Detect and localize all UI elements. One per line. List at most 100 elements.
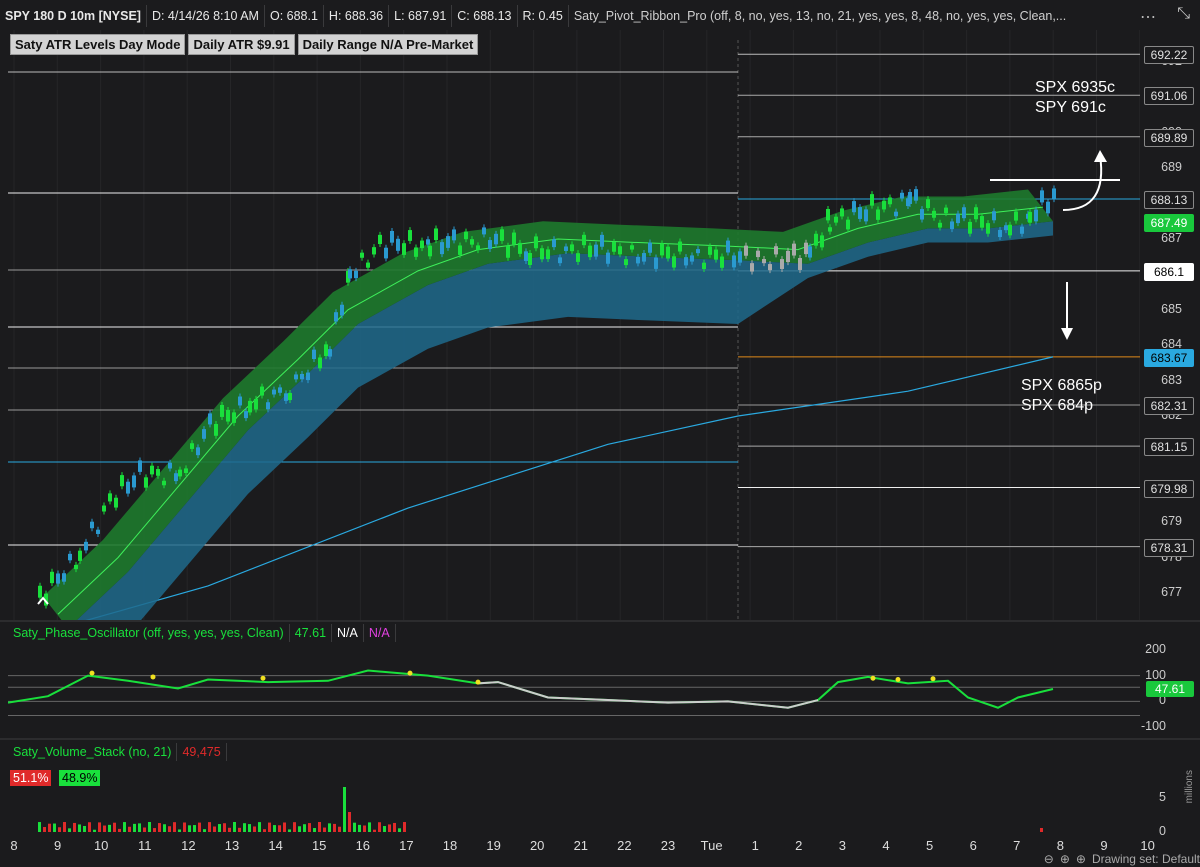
volume-bar bbox=[143, 827, 146, 832]
zoom-in-icon[interactable]: ⊕ bbox=[1060, 852, 1070, 866]
volume-bar bbox=[123, 822, 126, 832]
candle bbox=[852, 201, 856, 213]
crosshair-icon[interactable]: ⊕ bbox=[1076, 852, 1086, 866]
candle bbox=[156, 469, 160, 476]
candle bbox=[84, 541, 88, 551]
candle bbox=[220, 404, 224, 417]
volume-bar bbox=[223, 823, 226, 832]
oscillator-name[interactable]: Saty_Phase_Oscillator (off, yes, yes, ye… bbox=[8, 624, 290, 642]
price-pane[interactable] bbox=[7, 30, 1141, 693]
time-tick: 8 bbox=[10, 838, 18, 853]
candle bbox=[426, 239, 430, 245]
candle bbox=[690, 255, 694, 262]
candle bbox=[546, 249, 550, 260]
drawing-set-label[interactable]: Drawing set: Default bbox=[1092, 852, 1200, 866]
candle bbox=[488, 240, 492, 249]
volume-bar bbox=[298, 826, 301, 832]
candle bbox=[78, 550, 82, 561]
candle bbox=[414, 247, 418, 257]
candle bbox=[714, 249, 718, 260]
candle bbox=[500, 229, 504, 241]
candle bbox=[528, 253, 532, 265]
volume-bar bbox=[188, 825, 191, 832]
candle bbox=[654, 257, 658, 269]
oscillator-dot bbox=[407, 670, 413, 676]
candle bbox=[846, 219, 850, 230]
candle bbox=[184, 468, 188, 474]
candle bbox=[266, 402, 270, 410]
volume-bar bbox=[138, 823, 141, 832]
candle bbox=[534, 236, 538, 249]
time-tick: 6 bbox=[969, 838, 977, 853]
volume-bar bbox=[213, 826, 216, 832]
candle bbox=[378, 234, 382, 245]
candle bbox=[144, 477, 148, 488]
candle bbox=[702, 262, 706, 270]
time-axis[interactable]: 8 9 10 11 12 13 14 15 16 17 18 19 20 21 22 23 Tue 1 2 3 4 5 6 7… bbox=[0, 836, 1200, 867]
zoom-out-icon[interactable]: ⊖ bbox=[1044, 852, 1054, 866]
candle bbox=[74, 564, 78, 570]
oscillator-tick: 100 bbox=[1145, 667, 1166, 682]
volume-bar bbox=[328, 823, 331, 832]
time-tick: 19 bbox=[486, 838, 501, 853]
candle bbox=[90, 521, 94, 529]
volume-bar bbox=[198, 822, 201, 832]
candle bbox=[914, 189, 918, 201]
expand-icon[interactable]: ⤡ bbox=[1177, 5, 1190, 23]
time-tick: 9 bbox=[53, 838, 62, 853]
candle bbox=[834, 216, 838, 223]
candle bbox=[708, 246, 712, 255]
candle bbox=[992, 211, 996, 221]
volume-name[interactable]: Saty_Volume_Stack (no, 21) bbox=[8, 743, 178, 761]
candle bbox=[476, 245, 480, 251]
candle bbox=[950, 221, 954, 230]
candle bbox=[780, 259, 784, 269]
time-tick: Tue bbox=[700, 838, 723, 853]
volume-bar bbox=[168, 826, 171, 832]
time-tick: 2 bbox=[795, 838, 803, 853]
candle bbox=[482, 227, 486, 235]
study-label[interactable]: Saty_Pivot_Ribbon_Pro (off, 8, no, yes, … bbox=[569, 5, 1200, 27]
lower-annotation-line2: SPX 684p bbox=[1021, 397, 1094, 414]
candle bbox=[232, 412, 236, 423]
candle bbox=[732, 255, 736, 268]
volume-bar bbox=[148, 822, 151, 832]
candle bbox=[62, 573, 66, 582]
volume-bar bbox=[323, 827, 326, 832]
candle bbox=[540, 248, 544, 260]
volume-bar bbox=[128, 826, 131, 832]
candle bbox=[926, 199, 930, 209]
candle bbox=[968, 221, 972, 234]
volume-bar bbox=[98, 822, 101, 832]
candle bbox=[244, 411, 248, 419]
collapse-icon[interactable]: ⋯ bbox=[1140, 7, 1156, 27]
candle bbox=[828, 227, 832, 232]
candle bbox=[162, 480, 166, 486]
candle bbox=[630, 245, 634, 250]
candle bbox=[208, 413, 212, 425]
oscillator-na2: N/A bbox=[364, 624, 396, 642]
candle bbox=[68, 553, 72, 561]
volume-bar bbox=[1040, 828, 1043, 832]
candle bbox=[920, 209, 924, 220]
oscillator-dot bbox=[475, 679, 481, 685]
candle bbox=[464, 231, 468, 240]
volume-bar bbox=[183, 822, 186, 832]
volume-bar bbox=[248, 824, 251, 832]
candle bbox=[814, 233, 818, 246]
candle bbox=[938, 222, 942, 228]
candle bbox=[120, 475, 124, 487]
atr-range-badge: Daily Range N/A Pre-Market bbox=[297, 34, 479, 55]
candle bbox=[324, 344, 328, 357]
volume-bar bbox=[68, 828, 71, 832]
candle bbox=[348, 269, 352, 279]
price-chart[interactable] bbox=[7, 30, 1141, 693]
symbol-label[interactable]: SPY 180 D 10m [NYSE] bbox=[0, 5, 147, 27]
candle bbox=[138, 460, 142, 472]
close-label: C: 688.13 bbox=[452, 5, 518, 27]
candle bbox=[420, 240, 424, 249]
oscillator-neutral-line bbox=[477, 681, 819, 709]
candle bbox=[750, 263, 754, 272]
price-tick: 689 bbox=[1161, 160, 1182, 175]
candle bbox=[340, 304, 344, 316]
